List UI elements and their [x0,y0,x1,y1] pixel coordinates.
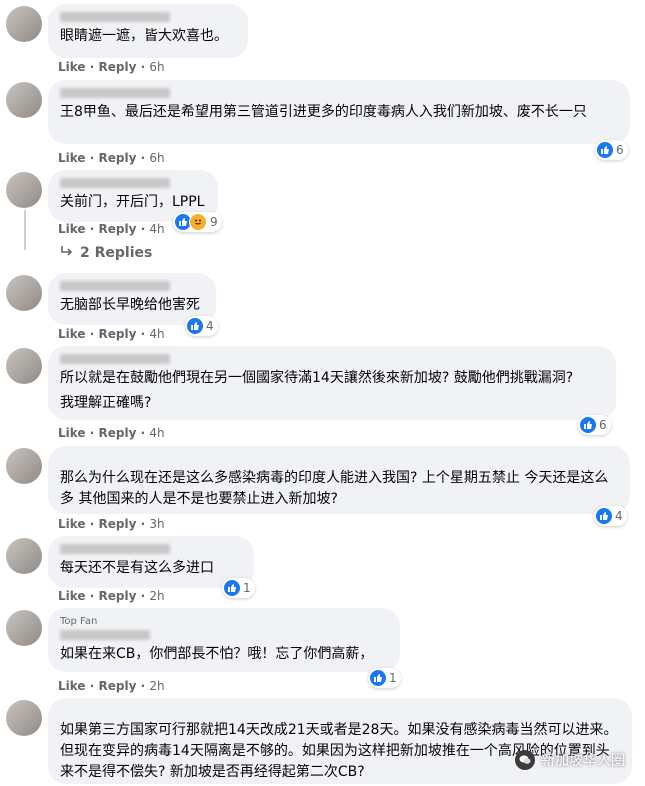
comment-bubble: 每天还不是有这么多进口 [48,536,254,588]
reply-button[interactable]: Reply [98,327,136,341]
author-name[interactable] [60,12,170,22]
reaction-count[interactable]: 4 [185,316,218,336]
thumbs-up-icon [596,508,612,524]
author-name[interactable] [60,281,170,291]
avatar[interactable] [6,275,42,311]
wechat-icon [515,750,535,770]
comment-bubble: 王8甲鱼、最后还是希望用第三管道引进更多的印度毒病人入我们新加坡、废不长一只 [48,80,630,144]
reaction-count[interactable]: 6 [578,415,611,435]
thumbs-up-icon [597,142,613,158]
comment-actions: Like · Reply · 2h [58,589,165,603]
view-replies-link[interactable]: 2 Replies [60,245,152,261]
avatar[interactable] [6,700,42,736]
reaction-count[interactable]: 6 [595,140,628,160]
author-name[interactable] [60,88,170,98]
thumbs-up-icon [370,670,386,686]
avatar[interactable] [6,610,42,646]
avatar[interactable] [6,172,42,208]
like-button[interactable]: Like [58,517,86,531]
comment-text: 如果在来CB，你們部長不怕？哦！忘了你們高薪， [60,646,374,662]
like-button[interactable]: Like [58,222,86,236]
comment-text: 每天还不是有这么多进口 [60,560,214,576]
author-name[interactable] [60,544,170,554]
like-button[interactable]: Like [58,327,86,341]
like-button[interactable]: Like [58,426,86,440]
avatar[interactable] [6,348,42,384]
reply-button[interactable]: Reply [98,151,136,165]
author-name[interactable] [60,178,170,188]
thumbs-up-icon [187,318,203,334]
timestamp[interactable]: 6h [149,151,164,165]
timestamp[interactable]: 4h [149,222,164,236]
comment-text: 王8甲鱼、最后还是希望用第三管道引进更多的印度毒病人入我们新加坡、废不长一只 [60,104,587,120]
reaction-count[interactable]: 4 [594,506,627,526]
timestamp[interactable]: 2h [149,679,164,693]
thread-line [24,210,26,250]
watermark: 新加坡华人圈 [515,750,625,770]
avatar[interactable] [6,6,42,42]
thumbs-up-icon [224,580,240,596]
reaction-count[interactable]: 9 [173,212,222,232]
comment-actions: Like · Reply · 4h [58,426,165,440]
timestamp[interactable]: 2h [149,589,164,603]
timestamp[interactable]: 4h [149,327,164,341]
comment-actions: Like · Reply · 2h [58,679,165,693]
avatar[interactable] [6,538,42,574]
author-name[interactable] [60,630,150,640]
like-button[interactable]: Like [58,151,86,165]
comment-text: 关前门，开后门，LPPL [60,194,205,210]
reaction-count[interactable]: 1 [222,578,255,598]
reaction-count[interactable]: 1 [368,668,401,688]
comment-actions: Like · Reply · 6h [58,151,165,165]
reply-button[interactable]: Reply [98,589,136,603]
comment-bubble: 那么为什么现在还是这么多感染病毒的印度人能进入我国? 上个星期五禁止 今天还是这… [48,446,630,514]
like-button[interactable]: Like [58,60,86,74]
reply-button[interactable]: Reply [98,60,136,74]
timestamp[interactable]: 4h [149,426,164,440]
reply-button[interactable]: Reply [98,517,136,531]
like-button[interactable]: Like [58,679,86,693]
comment-actions: Like · Reply · 4h [58,222,165,236]
comment-text: 那么为什么现在还是这么多感染病毒的印度人能进入我国? 上个星期五禁止 今天还是这… [60,470,609,507]
comment-bubble: 眼睛遮一遮，皆大欢喜也。 [48,4,248,58]
timestamp[interactable]: 3h [149,517,164,531]
comment-text: 无脑部长早晚给他害死 [60,297,200,313]
comment-text-line2: 我理解正確嗎? [60,395,152,411]
avatar[interactable] [6,448,42,484]
comment-text: 所以就是在鼓勵他們現在另一個國家待滿14天讓然後來新加坡? 鼓勵他們挑戰漏洞? [60,370,574,386]
thumbs-up-icon [580,417,596,433]
comment-actions: Like · Reply · 4h [58,327,165,341]
comment-actions: Like · Reply · 6h [58,60,165,74]
reply-button[interactable]: Reply [98,222,136,236]
comment-bubble: 所以就是在鼓勵他們現在另一個國家待滿14天讓然後來新加坡? 鼓勵他們挑戰漏洞? … [48,346,616,420]
avatar[interactable] [6,82,42,118]
comment-bubble: Top Fan 如果在来CB，你們部長不怕？哦！忘了你們高薪， [48,608,400,672]
timestamp[interactable]: 6h [149,60,164,74]
reply-button[interactable]: Reply [98,426,136,440]
reply-button[interactable]: Reply [98,679,136,693]
comment-bubble: 如果第三方国家可行那就把14天改成21天或者是28天。如果没有感染病毒当然可以进… [48,698,632,784]
reply-arrow-icon [60,245,74,261]
comment-text: 眼睛遮一遮，皆大欢喜也。 [60,28,228,44]
like-button[interactable]: Like [58,589,86,603]
top-fan-badge: Top Fan [60,616,98,627]
comment-actions: Like · Reply · 3h [58,517,165,531]
haha-icon [189,213,207,231]
author-name[interactable] [60,354,170,364]
